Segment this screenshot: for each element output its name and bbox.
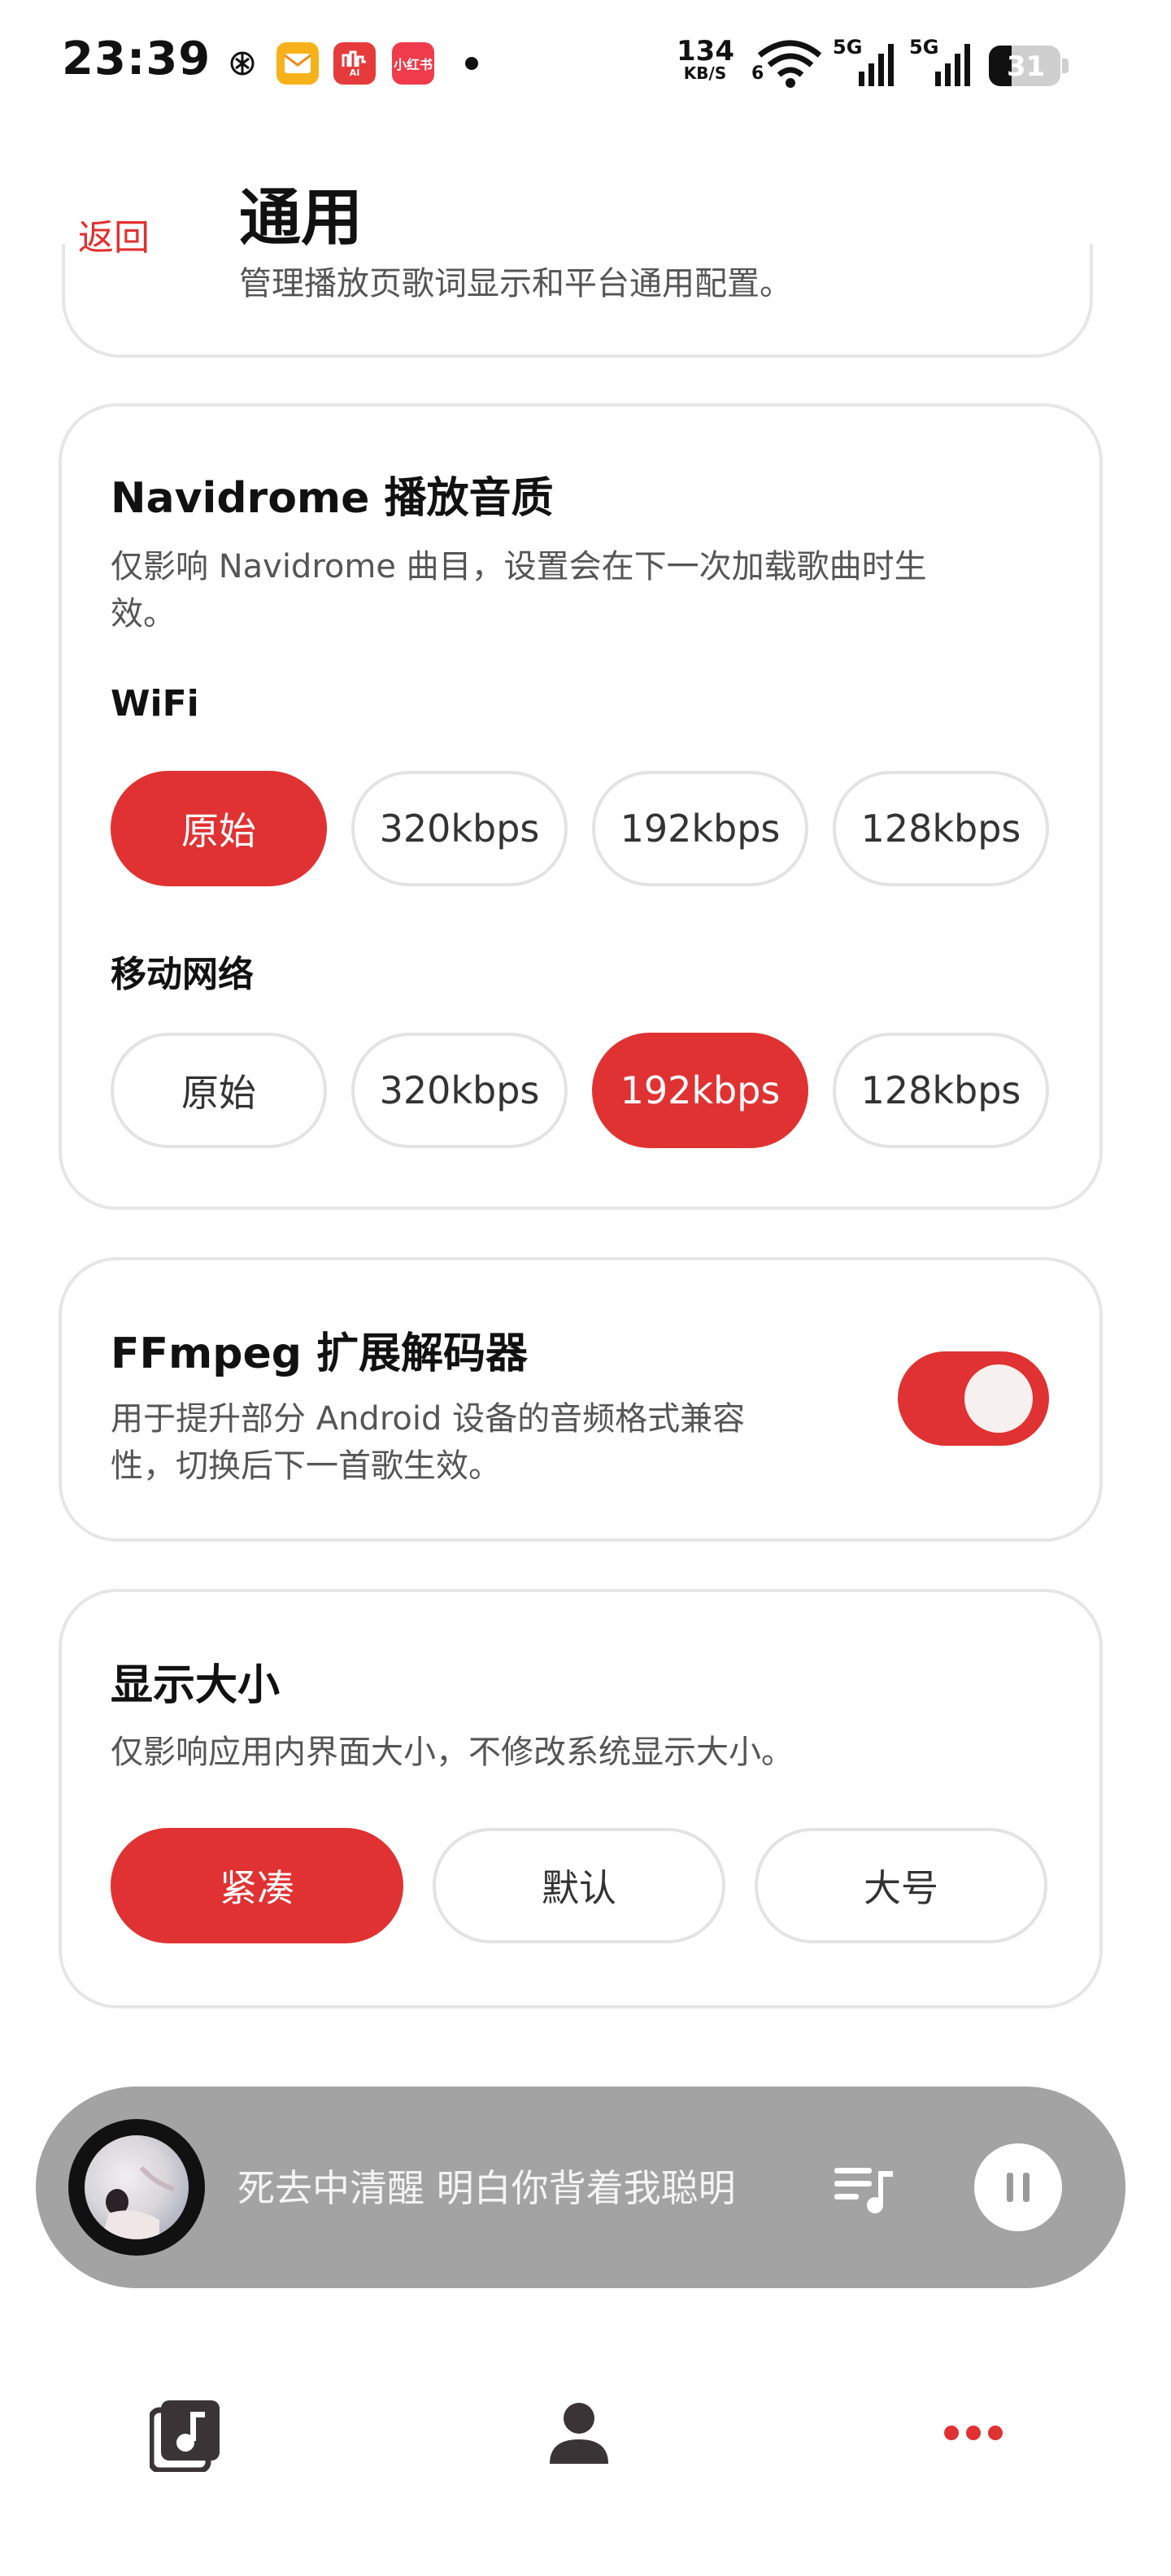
wifi-option-320kbps[interactable]: 320kbps: [351, 771, 568, 886]
wifi-option-192kbps[interactable]: 192kbps: [592, 771, 808, 886]
now-playing-lyric: 死去中清醒 明白你背着我聪明: [237, 2166, 736, 2210]
notification-dot: [465, 57, 478, 70]
signal-icon-1: 5G: [833, 36, 898, 88]
wifi-option-original[interactable]: 原始: [111, 771, 327, 886]
ai-app-icon: AI: [333, 42, 376, 85]
status-time: 23:39: [62, 33, 211, 85]
playlist-icon[interactable]: [833, 2163, 895, 2215]
mobile-option-128kbps[interactable]: 128kbps: [833, 1033, 1049, 1148]
display-size-compact[interactable]: 紧凑: [111, 1828, 403, 1943]
wifi-label: WiFi: [111, 683, 199, 724]
display-size-large[interactable]: 大号: [755, 1828, 1047, 1943]
display-size-default[interactable]: 默认: [433, 1828, 725, 1943]
ffmpeg-title: FFmpeg 扩展解码器: [111, 1329, 529, 1378]
mail-app-icon: [276, 42, 319, 85]
display-size-description: 仅影响应用内界面大小，不修改系统显示大小。: [111, 1734, 794, 1771]
mobile-network-label: 移动网络: [111, 954, 254, 995]
mobile-option-192kbps[interactable]: 192kbps: [592, 1033, 808, 1148]
album-cover: [85, 2135, 189, 2239]
wifi-option-128kbps[interactable]: 128kbps: [833, 771, 1049, 886]
net-speed: 134 KB/S: [677, 35, 734, 83]
music-library-icon[interactable]: [148, 2399, 221, 2474]
signal-icon-2: 5G: [909, 36, 974, 88]
ffmpeg-description: 用于提升部分 Android 设备的音频格式兼容 性，切换后下一首歌生效。: [111, 1400, 746, 1485]
battery-icon: 31: [989, 46, 1070, 86]
pause-icon: [1007, 2173, 1030, 2202]
chatgpt-icon: [221, 42, 263, 85]
profile-icon[interactable]: [546, 2400, 612, 2467]
pause-button[interactable]: [974, 2143, 1062, 2231]
ffmpeg-toggle-knob: [964, 1364, 1033, 1433]
mobile-option-320kbps[interactable]: 320kbps: [351, 1033, 568, 1148]
mobile-option-original[interactable]: 原始: [111, 1033, 327, 1148]
quality-description: 仅影响 Navidrome 曲目，设置会在下一次加载歌曲时生 效。: [111, 548, 927, 633]
quality-title: Navidrome 播放音质: [111, 474, 554, 523]
xiaohongshu-icon: 小红书: [392, 42, 434, 85]
display-size-title: 显示大小: [111, 1661, 281, 1710]
more-icon[interactable]: [943, 2423, 1003, 2443]
wifi-icon: 6: [751, 36, 822, 89]
previous-card-edge: [62, 244, 1093, 358]
